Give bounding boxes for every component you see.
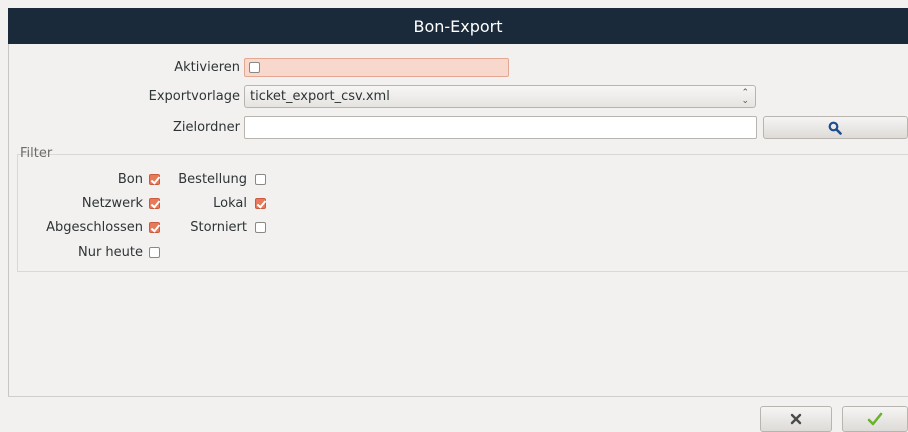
template-combobox[interactable]: ticket_export_csv.xml ⌃ ⌄ <box>244 85 756 108</box>
filter-bon-label: Bon <box>117 172 143 187</box>
activate-label: Aktivieren <box>174 60 240 75</box>
activate-checkbox[interactable] <box>249 62 260 73</box>
template-label: Exportvorlage <box>148 89 240 104</box>
filter-nur-heute-checkbox[interactable] <box>149 247 160 258</box>
folder-label: Zielordner <box>172 120 240 135</box>
checkmark-icon <box>867 412 883 426</box>
filter-lokal-label: Lokal <box>213 196 247 211</box>
activate-checkbox-field[interactable] <box>244 58 509 77</box>
template-value: ticket_export_csv.xml <box>250 89 390 104</box>
filter-storniert-checkbox[interactable] <box>255 222 266 233</box>
dialog-title: Bon-Export <box>413 16 503 36</box>
folder-input[interactable] <box>244 116 757 139</box>
filter-storniert-label: Storniert <box>190 220 247 235</box>
filter-bon-checkbox[interactable] <box>149 174 160 185</box>
footer-separator <box>8 396 908 397</box>
filter-bestellung-checkbox[interactable] <box>255 174 266 185</box>
filter-netzwerk-label: Netzwerk <box>81 196 143 211</box>
magnifier-icon <box>828 121 842 135</box>
filter-abgeschlossen-checkbox[interactable] <box>149 222 160 233</box>
ok-button[interactable] <box>842 406 908 432</box>
dialog-titlebar: Bon-Export <box>8 8 908 44</box>
x-icon <box>790 413 802 425</box>
filter-legend: Filter <box>20 146 53 161</box>
combo-arrows-icon: ⌃ ⌄ <box>741 88 749 106</box>
filter-bestellung-label: Bestellung <box>178 172 247 187</box>
filter-netzwerk-checkbox[interactable] <box>149 198 160 209</box>
filter-abgeschlossen-label: Abgeschlossen <box>46 220 143 235</box>
cancel-button[interactable] <box>760 406 832 432</box>
filter-nur-heute-label: Nur heute <box>77 245 143 260</box>
browse-folder-button[interactable] <box>763 116 908 139</box>
filter-lokal-checkbox[interactable] <box>255 198 266 209</box>
